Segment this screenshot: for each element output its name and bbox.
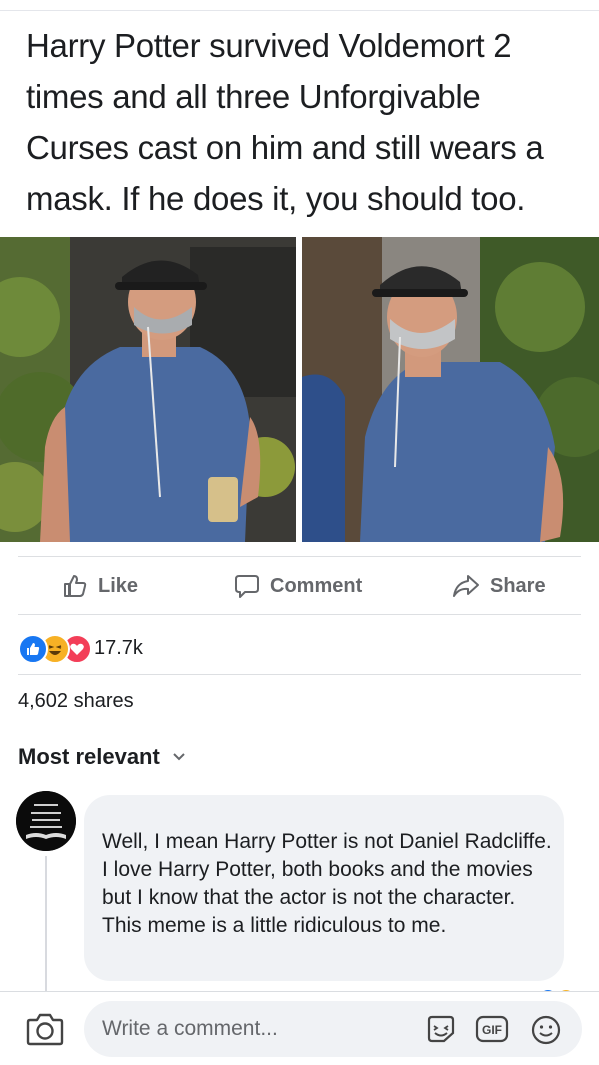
emoji-icon[interactable] <box>530 1014 562 1046</box>
reaction-count: 17.7k <box>94 636 143 659</box>
like-button[interactable]: Like <box>62 558 138 614</box>
comment-placeholder: Write a comment... <box>102 1017 278 1040</box>
comment-label: Comment <box>270 574 363 597</box>
like-label: Like <box>98 574 139 597</box>
thumbs-up-icon <box>64 575 87 597</box>
reactions-summary[interactable]: 17.7k <box>18 628 143 668</box>
top-divider <box>0 10 599 11</box>
reactions-divider <box>18 674 581 675</box>
action-divider-bottom <box>18 614 581 615</box>
svg-text:GIF: GIF <box>482 1023 502 1037</box>
photo-collage <box>0 237 599 542</box>
share-label: Share <box>490 574 546 597</box>
comment-text: Well, I mean Harry Potter is not Daniel … <box>102 830 552 937</box>
commenter-avatar[interactable] <box>16 791 76 851</box>
like-reaction-icon <box>18 634 48 664</box>
shares-count[interactable]: 4,602 shares <box>18 690 134 713</box>
camera-icon <box>26 1013 64 1046</box>
comment-input[interactable]: Write a comment... GIF <box>84 1001 582 1057</box>
comment-button[interactable]: Comment <box>234 558 362 614</box>
action-divider-top <box>18 556 581 557</box>
post-action-bar: Like Comment Share <box>0 558 599 614</box>
share-button[interactable]: Share <box>452 558 546 614</box>
camera-button[interactable] <box>26 1012 64 1051</box>
comment-sort-label: Most relevant <box>18 744 160 769</box>
reaction-icons <box>18 634 92 664</box>
book-logo-icon <box>16 791 76 851</box>
share-arrow-icon <box>453 575 479 597</box>
chevron-down-icon <box>173 753 185 761</box>
comment-composer: Write a comment... GIF <box>0 992 599 1065</box>
comment-bubble[interactable]: Well, I mean Harry Potter is not Daniel … <box>84 795 564 981</box>
comment-bubble-icon <box>235 575 259 598</box>
comment-sort-dropdown[interactable]: Most relevant <box>18 744 186 770</box>
sticker-icon[interactable] <box>425 1014 457 1044</box>
comment-thread-line <box>45 856 47 991</box>
post-photo[interactable] <box>0 237 599 542</box>
post-text: Harry Potter survived Voldemort 2 times … <box>26 27 544 217</box>
gif-icon[interactable]: GIF <box>475 1014 509 1044</box>
